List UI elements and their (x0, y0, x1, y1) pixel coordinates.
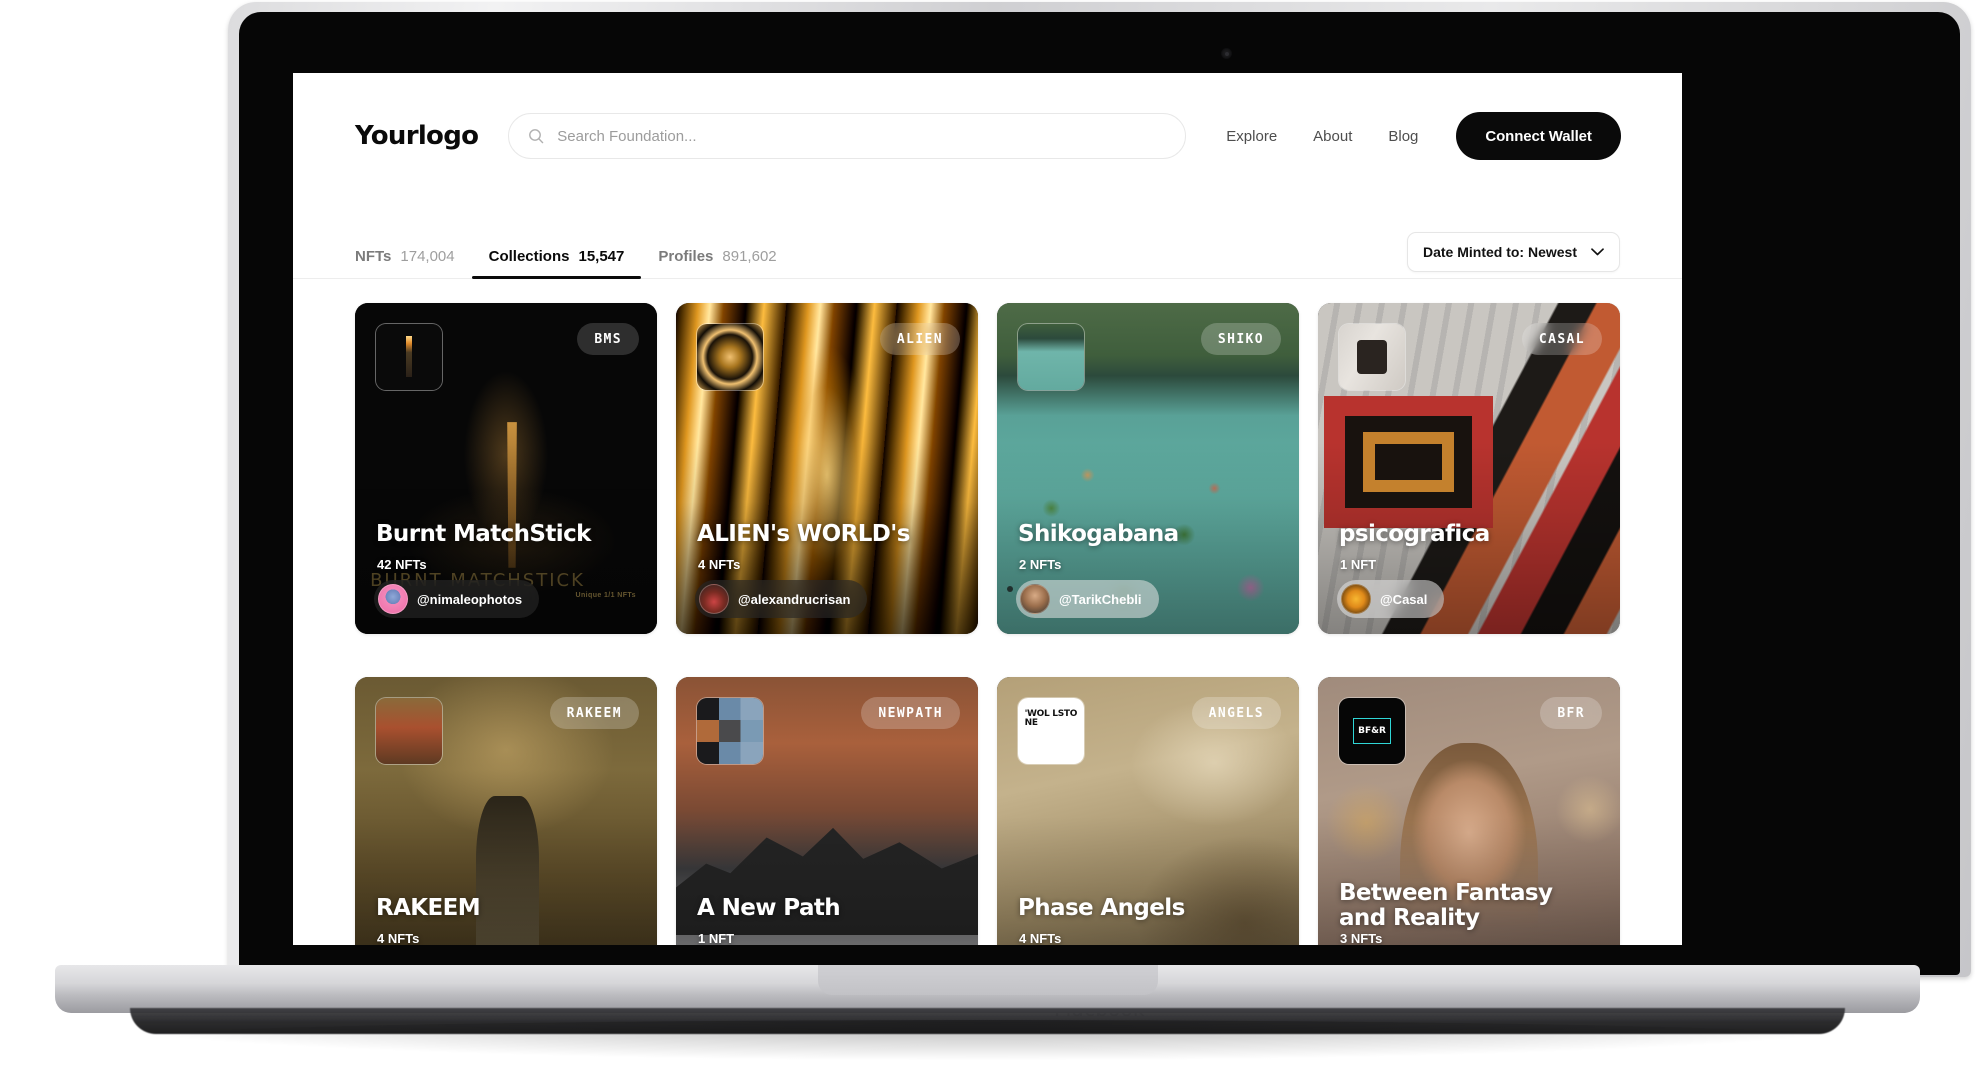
collection-thumbnail (696, 697, 764, 765)
creator-chip[interactable]: @nimaleophotos (374, 580, 540, 618)
collection-card[interactable]: RAKEEM RAKEEM 4 NFTs (355, 677, 657, 945)
collection-badge: ANGELS (1191, 697, 1281, 729)
artwork-overlay-subtitle: Unique 1/1 NFTs (575, 592, 636, 600)
collection-card[interactable]: CASAL psicografica 1 NFT @Casal (1318, 303, 1620, 634)
connect-wallet-button[interactable]: Connect Wallet (1456, 112, 1621, 160)
laptop-base (55, 965, 1920, 1013)
avatar (1341, 584, 1371, 614)
tab-collections-count: 15,547 (578, 248, 625, 265)
creator-handle: @Casal (1380, 591, 1428, 607)
tab-profiles-count: 891,602 (722, 248, 777, 265)
creator-handle: @nimaleophotos (417, 591, 523, 607)
carousel-dot[interactable] (1007, 586, 1013, 592)
creator-handle: @alexandrucrisan (738, 591, 851, 607)
search-field-wrapper (508, 113, 1187, 159)
collection-badge: BMS (577, 323, 639, 355)
tabs-row: NFTs 174,004 Collections 15,547 Profiles… (293, 232, 1682, 279)
collection-grid-row-1: BURNT MATCHSTICK Unique 1/1 NFTs BMS Bur… (293, 279, 1682, 634)
collection-thumbnail (1338, 323, 1406, 391)
tab-nfts[interactable]: NFTs 174,004 (355, 248, 472, 278)
tab-nfts-count: 174,004 (400, 248, 455, 265)
collection-nft-count: 1 NFT (1340, 557, 1377, 572)
creator-handle: @TarikChebli (1059, 591, 1142, 607)
tab-collections[interactable]: Collections 15,547 (471, 248, 642, 279)
collection-nft-count: 3 NFTs (1340, 931, 1383, 945)
collection-title: Between Fantasy and Reality (1339, 879, 1553, 932)
collection-title: ALIEN's WORLD's (697, 521, 910, 548)
collection-badge: ALIEN (879, 323, 960, 355)
collection-card[interactable]: ALIEN ALIEN's WORLD's 4 NFTs @alexandruc… (676, 303, 978, 634)
collection-thumbnail: BF&R (1338, 697, 1406, 765)
tab-profiles-label: Profiles (658, 248, 714, 265)
collection-title: Burnt MatchStick (376, 521, 591, 548)
content-type-tabs: NFTs 174,004 Collections 15,547 Profiles… (355, 234, 794, 279)
collection-card[interactable]: 'WOL LSTO NE ANGELS Phase Angels 4 NFTs (997, 677, 1299, 945)
collection-thumbnail (375, 697, 443, 765)
nav-link-explore[interactable]: Explore (1226, 128, 1277, 145)
collection-nft-count: 4 NFTs (377, 931, 420, 945)
collection-badge: BFR (1540, 697, 1602, 729)
collection-title: psicografica (1339, 521, 1490, 548)
tab-collections-label: Collections (488, 248, 570, 265)
thumbnail-text: BF&R (1352, 717, 1392, 745)
collection-thumbnail: 'WOL LSTO NE (1017, 697, 1085, 765)
collection-nft-count: 2 NFTs (1019, 557, 1062, 572)
nav-link-blog[interactable]: Blog (1388, 128, 1418, 145)
collection-title: A New Path (697, 895, 841, 922)
sort-dropdown[interactable]: Date Minted to: Newest (1406, 232, 1620, 272)
laptop-shadow (95, 1020, 1880, 1060)
collection-nft-count: 4 NFTs (698, 557, 741, 572)
collection-badge: NEWPATH (861, 697, 960, 729)
collection-thumbnail (1017, 323, 1085, 391)
creator-chip[interactable]: @TarikChebli (1016, 580, 1159, 618)
collection-badge: RAKEEM (549, 697, 639, 729)
collection-card[interactable]: SHIKO Shikogabana 2 NFTs @TarikChebli (997, 303, 1299, 634)
collection-card[interactable]: NEWPATH A New Path 1 NFT (676, 677, 978, 945)
thumbnail-text: 'WOL LSTO NE (1024, 708, 1078, 728)
creator-chip[interactable]: @Casal (1337, 580, 1445, 618)
collection-thumbnail (375, 323, 443, 391)
collection-grid-row-2: RAKEEM RAKEEM 4 NFTs NEWPATH A New Path … (293, 653, 1682, 945)
site-logo[interactable]: Yourlogo (355, 121, 479, 151)
webcam-icon (1221, 48, 1232, 59)
tab-nfts-label: NFTs (355, 248, 392, 265)
collection-card[interactable]: BF&R BFR Between Fantasy and Reality 3 N… (1318, 677, 1620, 945)
collection-nft-count: 1 NFT (698, 931, 735, 945)
collection-card[interactable]: BURNT MATCHSTICK Unique 1/1 NFTs BMS Bur… (355, 303, 657, 634)
collection-nft-count: 4 NFTs (1019, 931, 1062, 945)
mockup-stage: Macbook Yourlogo Explore About Blog C (0, 0, 1975, 1080)
search-input[interactable] (508, 113, 1187, 159)
tab-profiles[interactable]: Profiles 891,602 (641, 248, 793, 278)
site-header: Yourlogo Explore About Blog Connect Wall… (293, 73, 1682, 169)
browser-viewport: Yourlogo Explore About Blog Connect Wall… (293, 73, 1682, 945)
chevron-down-icon (1591, 243, 1604, 261)
collection-nft-count: 42 NFTs (377, 557, 427, 572)
collection-title: RAKEEM (376, 895, 481, 922)
collection-thumbnail (696, 323, 764, 391)
collection-title: Phase Angels (1018, 895, 1185, 922)
collection-title: Shikogabana (1018, 521, 1179, 548)
avatar (699, 584, 729, 614)
primary-nav: Explore About Blog (1226, 128, 1418, 145)
collection-badge: SHIKO (1200, 323, 1281, 355)
sort-dropdown-label: Date Minted to: Newest (1422, 244, 1577, 260)
collection-badge: CASAL (1521, 323, 1602, 355)
avatar (378, 584, 408, 614)
nav-link-about[interactable]: About (1313, 128, 1352, 145)
avatar (1020, 584, 1050, 614)
creator-chip[interactable]: @alexandrucrisan (695, 580, 868, 618)
